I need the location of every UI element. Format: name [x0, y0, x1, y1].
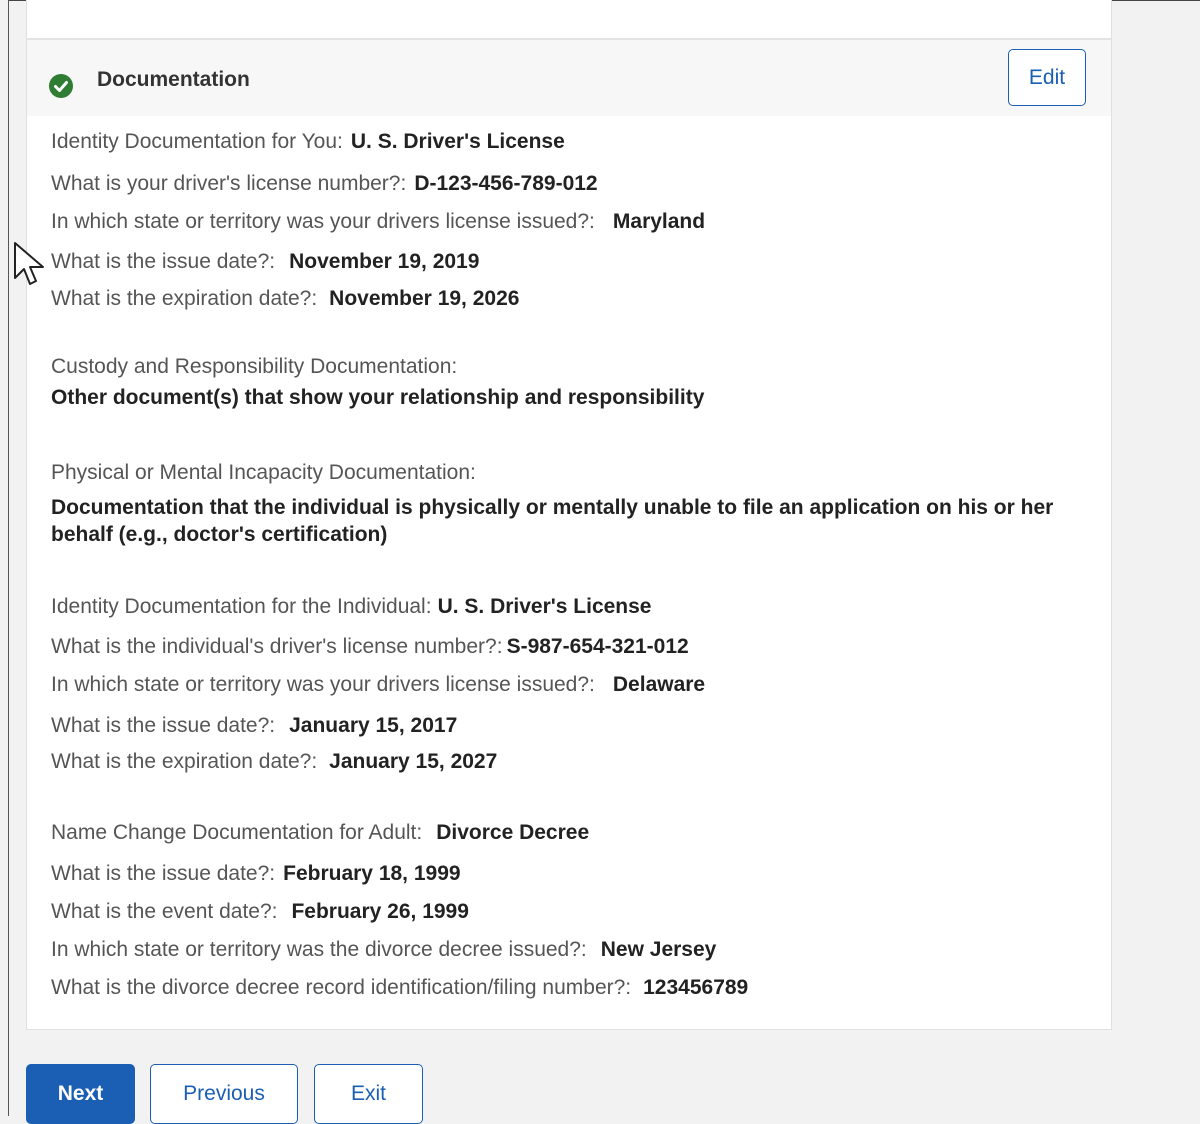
edit-button[interactable]: Edit — [1008, 49, 1086, 106]
section-title: Documentation — [97, 68, 250, 91]
answer-value: February 26, 1999 — [291, 900, 469, 923]
question-label: In which state or territory was your dri… — [51, 210, 595, 233]
exit-button[interactable]: Exit — [314, 1064, 423, 1124]
answer-value: November 19, 2026 — [329, 287, 520, 310]
question-label: Identity Documentation for You: — [51, 130, 343, 153]
identity-you-license-number-row: What is your driver's license number?: D-… — [51, 172, 598, 196]
question-label: What is the expiration date?: — [51, 287, 318, 310]
name-change-event-date-row: What is the event date?: February 26, 199… — [51, 900, 469, 924]
answer-value: S-987-654-321-012 — [506, 635, 689, 658]
identity-individual-type-row: Identity Documentation for the Individua… — [51, 595, 652, 619]
question-label: What is the expiration date?: — [51, 750, 318, 773]
answer-value: 123456789 — [643, 976, 749, 999]
answer-value: January 15, 2027 — [329, 750, 498, 773]
question-label: What is the event date?: — [51, 900, 278, 923]
name-change-issue-date-row: What is the issue date?: February 18, 199… — [51, 862, 461, 886]
identity-you-type-row: Identity Documentation for You: U. S. Dri… — [51, 130, 565, 154]
mouse-pointer-icon — [14, 242, 44, 285]
name-change-filing-number-row: What is the divorce decree record identi… — [51, 976, 748, 1000]
next-button[interactable]: Next — [26, 1064, 135, 1124]
answer-value: D-123-456-789-012 — [414, 172, 598, 195]
question-label: What is the issue date?: — [51, 714, 276, 737]
identity-individual-state-row: In which state or territory was your dri… — [51, 673, 705, 697]
identity-you-expiration-date-row: What is the expiration date?: November 19… — [51, 287, 519, 311]
question-label: What is the individual's driver's licens… — [51, 635, 503, 658]
window-left-border — [0, 0, 9, 1116]
answer-value: January 15, 2017 — [289, 714, 458, 737]
identity-individual-issue-date-row: What is the issue date?: January 15, 2017 — [51, 714, 457, 738]
identity-individual-expiration-date-row: What is the expiration date?: January 15,… — [51, 750, 497, 774]
identity-individual-license-number-row: What is the individual's driver's licens… — [51, 635, 689, 659]
question-label: In which state or territory was the divo… — [51, 938, 587, 961]
question-label: What is the divorce decree record identi… — [51, 976, 632, 999]
question-label: What is your driver's license number?: — [51, 172, 407, 195]
identity-you-state-row: In which state or territory was your dri… — [51, 210, 705, 234]
custody-label: Custody and Responsibility Documentation… — [51, 355, 458, 378]
incapacity-value: Documentation that the individual is phy… — [51, 496, 1054, 546]
answer-value: New Jersey — [600, 938, 717, 961]
question-label: Identity Documentation for the Individua… — [51, 595, 432, 618]
question-label: In which state or territory was your dri… — [51, 673, 595, 696]
identity-you-issue-date-row: What is the issue date?: November 19, 201… — [51, 250, 479, 274]
answer-value: U. S. Driver's License — [437, 595, 652, 618]
custody-value: Other document(s) that show your relatio… — [51, 386, 705, 409]
check-circle-icon — [49, 74, 73, 98]
question-label: Name Change Documentation for Adult: — [51, 821, 423, 844]
answer-value: February 18, 1999 — [283, 862, 461, 885]
name-change-type-row: Name Change Documentation for Adult: Divo… — [51, 821, 589, 845]
documentation-section-header: Documentation Edit — [27, 40, 1111, 116]
incapacity-label: Physical or Mental Incapacity Documentat… — [51, 461, 476, 484]
answer-value: Divorce Decree — [436, 821, 590, 844]
answer-value: Maryland — [612, 210, 706, 233]
name-change-state-row: In which state or territory was the divo… — [51, 938, 716, 962]
previous-section-bottom — [27, 0, 1111, 40]
previous-button[interactable]: Previous — [150, 1064, 298, 1124]
question-label: What is the issue date?: — [51, 862, 276, 885]
question-label: What is the issue date?: — [51, 250, 276, 273]
answer-value: Delaware — [612, 673, 706, 696]
answer-value: November 19, 2019 — [289, 250, 480, 273]
answer-value: U. S. Driver's License — [350, 130, 565, 153]
review-panel: Documentation Edit Identity Documentatio… — [26, 0, 1112, 1030]
